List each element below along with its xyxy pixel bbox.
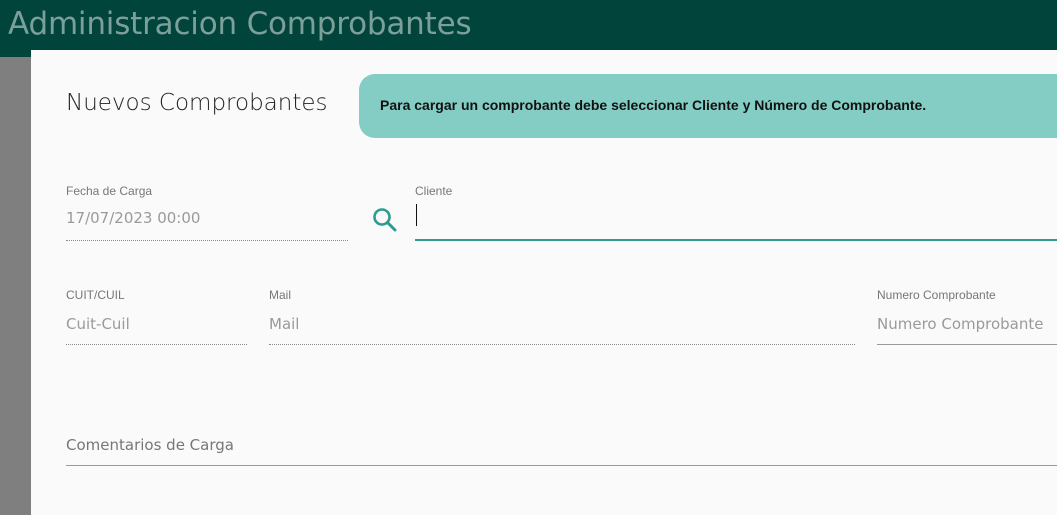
comentarios-field[interactable]: Comentarios de Carga (66, 430, 1057, 470)
app-title: Administracion Comprobantes (8, 6, 472, 42)
app-header: Administracion Comprobantes (0, 0, 1057, 57)
mail-placeholder: Mail (269, 315, 300, 333)
comentarios-underline (66, 465, 1057, 466)
numero-comprobante-label: Numero Comprobante (877, 288, 996, 302)
fecha-carga-value: 17/07/2023 00:00 (66, 209, 201, 227)
text-cursor (416, 204, 417, 226)
cuit-field[interactable]: CUIT/CUIL Cuit-Cuil (66, 288, 247, 346)
cuit-label: CUIT/CUIL (66, 288, 125, 302)
fecha-carga-underline (66, 240, 348, 241)
search-icon (373, 208, 397, 232)
dialog-title: Nuevos Comprobantes (66, 90, 328, 116)
cliente-underline (415, 239, 1057, 241)
info-message: Para cargar un comprobante debe seleccio… (380, 97, 927, 113)
numero-comprobante-placeholder: Numero Comprobante (877, 315, 1044, 333)
fecha-carga-field[interactable]: Fecha de Carga 17/07/2023 00:00 (66, 184, 348, 242)
cliente-label: Cliente (415, 184, 453, 198)
comentarios-placeholder: Comentarios de Carga (66, 436, 234, 454)
numero-comprobante-field[interactable]: Numero Comprobante Numero Comprobante (877, 288, 1057, 346)
cliente-field[interactable]: Cliente (415, 184, 1057, 242)
info-banner: Para cargar un comprobante debe seleccio… (359, 74, 1057, 138)
mail-field[interactable]: Mail Mail (269, 288, 855, 346)
new-comprobante-dialog: Nuevos Comprobantes Para cargar un compr… (31, 50, 1057, 515)
search-cliente-button[interactable] (371, 206, 399, 234)
numero-comprobante-underline (877, 344, 1057, 345)
cuit-placeholder: Cuit-Cuil (66, 315, 130, 333)
fecha-carga-label: Fecha de Carga (66, 184, 153, 198)
mail-label: Mail (269, 288, 292, 302)
mail-underline (269, 344, 855, 345)
cuit-underline (66, 344, 247, 345)
